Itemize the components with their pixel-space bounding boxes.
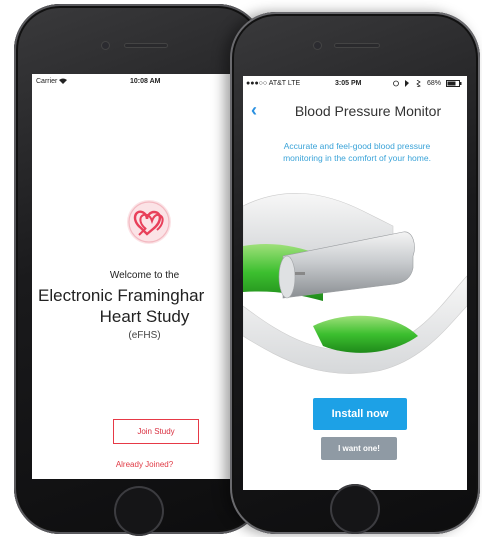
status-time: 10:08 AM	[130, 78, 161, 85]
join-study-button[interactable]: Join Study	[113, 419, 199, 444]
phone-right: ●●●○○ AT&T LTE 3:05 PM 68% ‹ Blood Press…	[230, 12, 480, 534]
back-chevron-icon[interactable]: ‹	[251, 100, 257, 121]
status-bar: Carrier 10:08 AM	[32, 74, 257, 90]
status-time: 3:05 PM	[335, 80, 362, 87]
install-now-button[interactable]: Install now	[313, 398, 407, 430]
i-want-one-button[interactable]: I want one!	[321, 437, 397, 460]
carrier-label: ●●●○○ AT&T LTE	[246, 80, 301, 87]
wifi-icon	[59, 78, 67, 86]
location-bluetooth-icon	[393, 79, 421, 88]
earpiece-speaker	[334, 43, 380, 48]
front-camera	[102, 42, 109, 49]
battery-icon	[446, 80, 462, 89]
study-abbrev: (eFHS)	[128, 330, 161, 341]
study-title-line2: Heart Study	[99, 307, 190, 326]
welcome-text: Welcome to the	[109, 270, 180, 281]
blood-pressure-screen: ●●●○○ AT&T LTE 3:05 PM 68% ‹ Blood Press…	[243, 76, 467, 490]
carrier-label: Carrier	[36, 78, 58, 85]
battery-percent: 68%	[427, 80, 442, 87]
product-tagline: Accurate and feel-good blood pressure mo…	[257, 140, 457, 164]
already-joined-link[interactable]: Already Joined?	[32, 460, 257, 469]
home-button[interactable]	[114, 486, 164, 536]
front-camera	[314, 42, 321, 49]
nav-title: Blood Pressure Monitor	[294, 103, 442, 119]
efhs-heart-logo-icon	[127, 200, 171, 244]
blood-pressure-cuff-image	[243, 192, 467, 374]
home-button[interactable]	[330, 484, 380, 534]
tagline-line2: monitoring in the comfort of your home.	[283, 153, 431, 163]
phone-left: Carrier 10:08 AM Welcome to the Electron…	[14, 4, 264, 536]
status-icons	[393, 79, 423, 89]
study-title-line1: Electronic Framinghar	[38, 286, 205, 305]
status-bar: ●●●○○ AT&T LTE 3:05 PM 68%	[243, 76, 467, 92]
earpiece-speaker	[124, 43, 168, 48]
tagline-line1: Accurate and feel-good blood pressure	[283, 141, 431, 151]
efhs-screen: Carrier 10:08 AM Welcome to the Electron…	[32, 74, 257, 479]
